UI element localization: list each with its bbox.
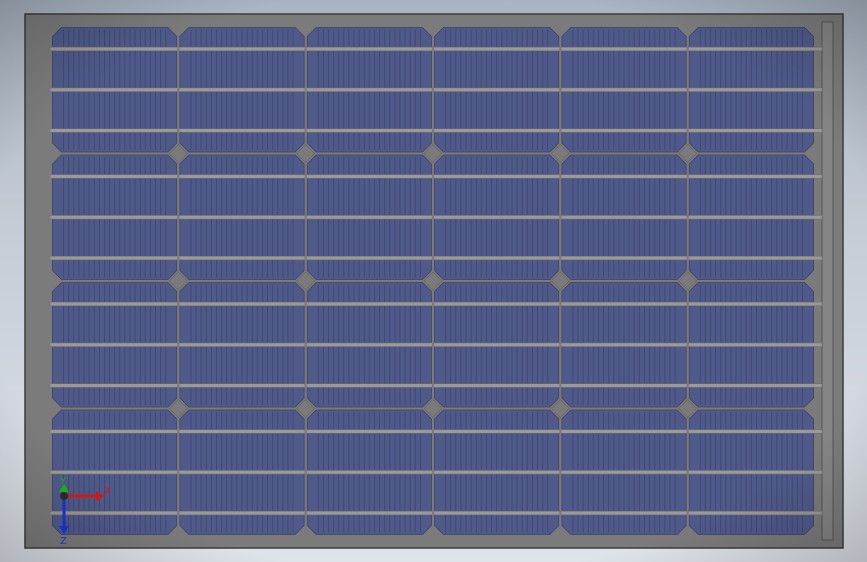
busbar bbox=[49, 87, 823, 92]
solar-panel[interactable] bbox=[24, 13, 844, 549]
busbar bbox=[49, 342, 823, 347]
busbar bbox=[49, 174, 823, 179]
busbar bbox=[49, 215, 823, 220]
z-axis-label: Z bbox=[60, 536, 67, 547]
y-axis-label: Y bbox=[59, 476, 67, 487]
busbar bbox=[49, 128, 823, 133]
solar-panel-model[interactable]: X Y Z bbox=[0, 0, 867, 562]
triad-origin bbox=[60, 492, 68, 500]
frame-side-rail bbox=[821, 21, 834, 541]
busbar bbox=[49, 429, 823, 434]
graphics-viewport[interactable]: X Y Z bbox=[0, 0, 867, 562]
busbar bbox=[49, 383, 823, 388]
x-axis-label: X bbox=[104, 486, 111, 497]
busbar bbox=[49, 470, 823, 475]
busbar bbox=[49, 511, 823, 516]
busbar bbox=[49, 256, 823, 261]
busbar bbox=[49, 46, 823, 52]
busbar bbox=[49, 301, 823, 306]
